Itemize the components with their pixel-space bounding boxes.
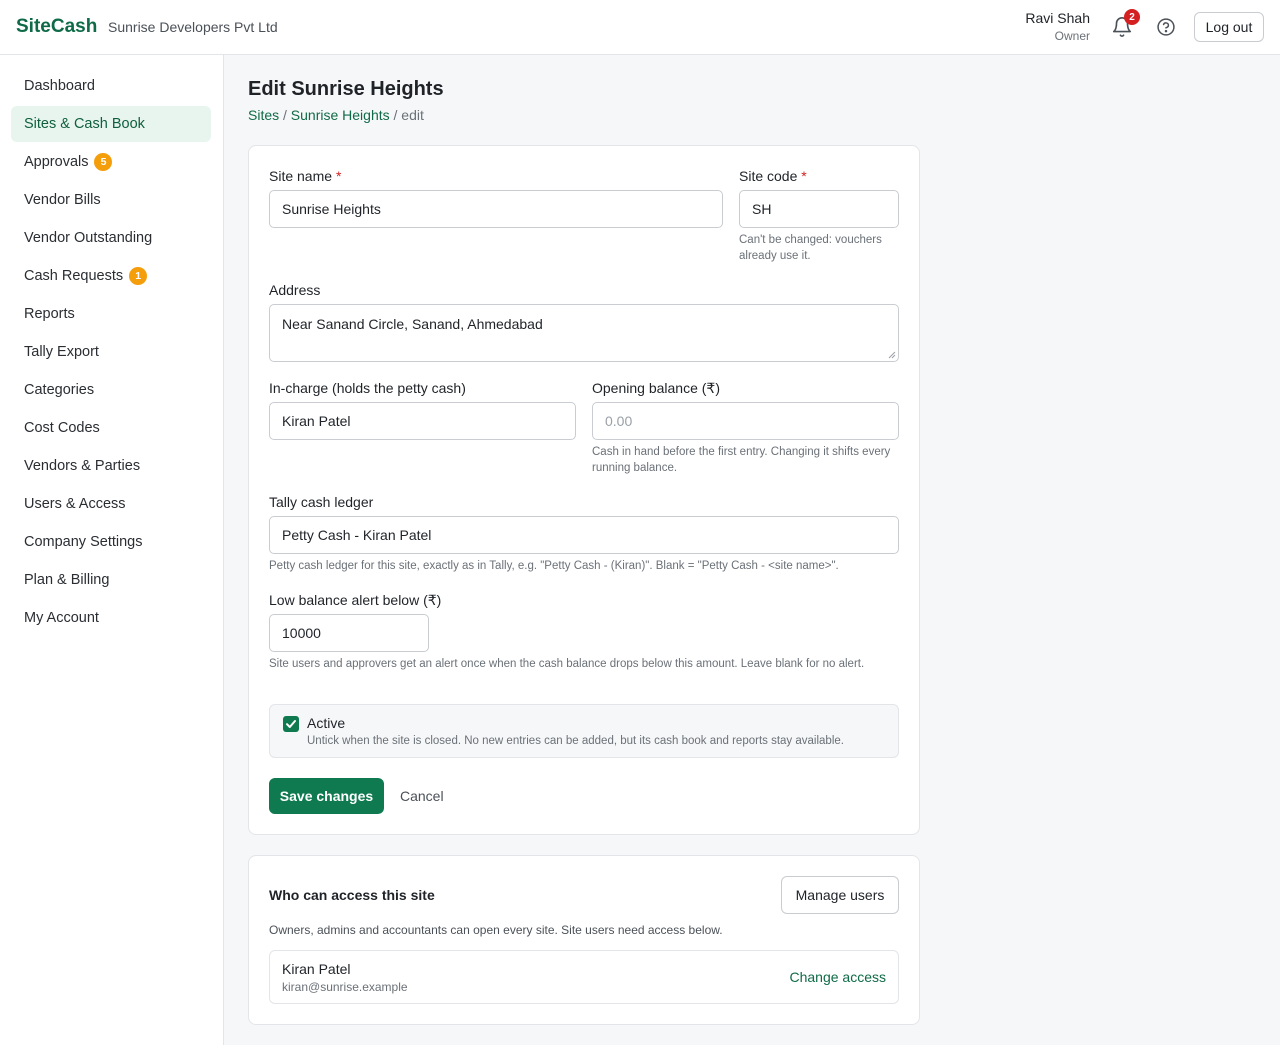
brand-logo[interactable]: SiteCash — [16, 16, 97, 38]
sidebar-item-label: Cost Codes — [24, 420, 100, 436]
site-name-label: Site name * — [269, 168, 342, 184]
sidebar-item-label: Dashboard — [24, 78, 95, 94]
user-block: Ravi Shah Owner — [1025, 10, 1090, 43]
tally-ledger-input[interactable]: Petty Cash - Kiran Patel — [269, 516, 899, 554]
opening-balance-hint: Cash in hand before the first entry. Cha… — [592, 446, 891, 474]
breadcrumb: Sites / Sunrise Heights / edit — [248, 107, 424, 123]
sidebar-item-label: Reports — [24, 306, 75, 322]
cash-requests-count-badge: 1 — [129, 267, 148, 285]
active-checkbox[interactable] — [283, 716, 299, 732]
breadcrumb-separator: / — [283, 107, 287, 123]
in-charge-label: In-charge (holds the petty cash) — [269, 380, 466, 396]
cancel-button[interactable]: Cancel — [400, 788, 444, 804]
sidebar-item-label: My Account — [24, 610, 99, 626]
access-title: Who can access this site — [269, 887, 435, 903]
sidebar-item-reports[interactable]: Reports — [11, 296, 211, 332]
breadcrumb-current: edit — [401, 107, 424, 123]
address-label: Address — [269, 282, 321, 298]
low-balance-hint: Site users and approvers get an alert on… — [269, 658, 865, 670]
approvals-count-badge: 5 — [94, 153, 113, 171]
change-access-link[interactable]: Change access — [789, 969, 886, 985]
site-code-label: Site code * — [739, 168, 807, 184]
tally-ledger-label: Tally cash ledger — [269, 494, 374, 510]
breadcrumb-site[interactable]: Sunrise Heights — [291, 107, 390, 123]
site-code-hint: Can't be changed: vouchers already use i… — [739, 234, 882, 262]
sidebar-item-cash-requests[interactable]: Cash Requests 1 — [11, 258, 211, 294]
required-mark: * — [335, 168, 342, 184]
address-textarea[interactable]: Near Sanand Circle, Sanand, Ahmedabad — [269, 304, 899, 362]
opening-balance-input[interactable]: 0.00 — [592, 402, 899, 440]
sidebar-item-users-access[interactable]: Users & Access — [11, 486, 211, 522]
required-mark: * — [801, 168, 807, 184]
page-title: Edit Sunrise Heights — [248, 78, 444, 100]
sidebar-item-categories[interactable]: Categories — [11, 372, 211, 408]
sidebar-item-vendors-parties[interactable]: Vendors & Parties — [11, 448, 211, 484]
check-icon — [286, 720, 296, 728]
resize-grip-icon[interactable] — [888, 351, 896, 359]
user-role: Owner — [1054, 29, 1090, 43]
sidebar-item-tally-export[interactable]: Tally Export — [11, 334, 211, 370]
sidebar: Dashboard Sites & Cash Book Approvals 5 V… — [0, 55, 224, 1045]
sidebar-item-label: Plan & Billing — [24, 572, 110, 588]
breadcrumb-sites[interactable]: Sites — [248, 107, 279, 123]
site-code-input[interactable]: SH — [739, 190, 899, 228]
sidebar-item-label: Vendor Bills — [24, 192, 101, 208]
save-button[interactable]: Save changes — [269, 778, 384, 814]
sidebar-item-my-account[interactable]: My Account — [11, 600, 211, 636]
active-hint: Untick when the site is closed. No new e… — [307, 735, 844, 747]
sidebar-item-label: Users & Access — [24, 496, 126, 512]
sidebar-item-approvals[interactable]: Approvals 5 — [11, 144, 211, 180]
access-user-email: kiran@sunrise.example — [282, 980, 408, 994]
sidebar-item-label: Cash Requests — [24, 268, 124, 284]
sidebar-item-vendor-bills[interactable]: Vendor Bills — [11, 182, 211, 218]
sidebar-item-label: Company Settings — [24, 534, 143, 550]
sidebar-item-label: Categories — [24, 382, 95, 398]
sidebar-item-label: Tally Export — [24, 344, 99, 360]
logout-button[interactable]: Log out — [1194, 12, 1264, 42]
tally-ledger-hint: Petty cash ledger for this site, exactly… — [269, 560, 839, 572]
breadcrumb-separator: / — [393, 107, 398, 123]
sidebar-item-cost-codes[interactable]: Cost Codes — [11, 410, 211, 446]
sidebar-item-label: Vendor Outstanding — [24, 230, 153, 246]
list-item: Kiran Patel kiran@sunrise.example Change… — [269, 950, 899, 1004]
in-charge-select[interactable]: Kiran Patel — [269, 402, 576, 440]
sidebar-item-dashboard[interactable]: Dashboard — [11, 68, 211, 104]
access-description: Owners, admins and accountants can open … — [269, 923, 723, 937]
sidebar-item-company-settings[interactable]: Company Settings — [11, 524, 211, 560]
sidebar-item-sites-cash-book[interactable]: Sites & Cash Book — [11, 106, 211, 142]
sidebar-item-label: Vendors & Parties — [24, 458, 141, 474]
company-name: Sunrise Developers Pvt Ltd — [108, 19, 278, 35]
sidebar-item-label: Approvals — [24, 154, 89, 170]
low-balance-input[interactable]: 10000 — [269, 614, 429, 652]
opening-balance-label: Opening balance (₹) — [592, 380, 720, 396]
site-access-card: Who can access this site Manage users Ow… — [248, 855, 920, 1025]
sidebar-item-label: Sites & Cash Book — [24, 116, 145, 132]
top-bar: SiteCash Sunrise Developers Pvt Ltd Ravi… — [0, 0, 1280, 55]
edit-site-form: Site name * Sunrise Heights Site code * … — [248, 145, 920, 835]
help-icon[interactable] — [1156, 17, 1176, 37]
active-label[interactable]: Active — [307, 715, 345, 731]
address-value: Near Sanand Circle, Sanand, Ahmedabad — [282, 316, 543, 332]
user-name: Ravi Shah — [1025, 10, 1090, 26]
notification-badge: 2 — [1124, 9, 1140, 25]
active-toggle-box: Active Untick when the site is closed. N… — [269, 704, 899, 758]
sidebar-item-vendor-outstanding[interactable]: Vendor Outstanding — [11, 220, 211, 256]
low-balance-label: Low balance alert below (₹) — [269, 592, 442, 608]
access-user-name: Kiran Patel — [282, 961, 351, 977]
manage-users-button[interactable]: Manage users — [781, 876, 899, 914]
sidebar-item-plan-billing[interactable]: Plan & Billing — [11, 562, 211, 598]
site-name-input[interactable]: Sunrise Heights — [269, 190, 723, 228]
